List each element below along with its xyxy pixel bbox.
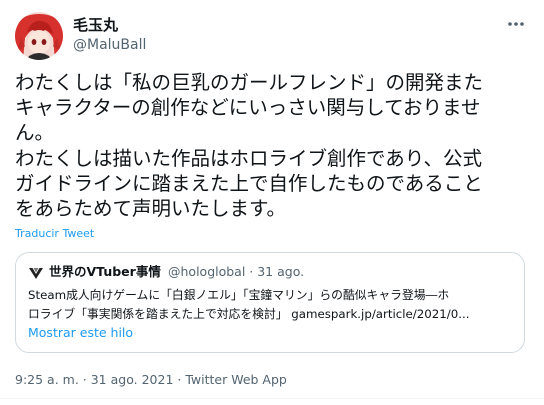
quoted-text-line: Steam成人向けゲームに「白銀ノエル」「宝鐘マリン」らの酷似キャラ登場―ホ bbox=[28, 288, 450, 302]
tweet-client-link[interactable]: Twitter Web App bbox=[185, 372, 287, 387]
quoted-author-handle: @hologlobal · 31 ago. bbox=[168, 264, 305, 279]
tweet-metadata: 9:25 a. m. · 31 ago. 2021 · Twitter Web … bbox=[15, 371, 287, 388]
meta-separator: · bbox=[78, 372, 91, 387]
tweet-text-line: わたくしは描いた作品はホロライブ創作であり、公式 bbox=[15, 146, 483, 170]
tweet-time-link[interactable]: 9:25 a. m. bbox=[15, 372, 79, 387]
more-horizontal-icon bbox=[508, 22, 524, 26]
tweet-text-line: わたくしは「私の巨乳のガールフレンド」の開発また bbox=[15, 71, 484, 94]
quoted-author-name: 世界のVTuber事情 bbox=[49, 264, 161, 279]
author-name[interactable]: 毛玉丸 bbox=[73, 15, 118, 35]
quoted-avatar bbox=[28, 265, 44, 281]
tweet-text-line: をあらためて声明いたします。 bbox=[15, 197, 287, 221]
tweet-text-line: ん。 bbox=[15, 121, 55, 145]
more-options-button[interactable] bbox=[500, 12, 532, 36]
meta-separator: · bbox=[173, 372, 186, 387]
quoted-text-line: ロライブ「事実関係を踏まえた上で対応を検討」 gamespark.jp/arti… bbox=[28, 305, 516, 324]
show-thread-link[interactable]: Mostrar este hilo bbox=[28, 324, 133, 341]
divider bbox=[0, 398, 544, 399]
quoted-url-link[interactable]: gamespark.jp/article/2021/0... bbox=[291, 307, 469, 321]
tweet-date-link[interactable]: 31 ago. 2021 bbox=[91, 372, 174, 387]
quoted-tweet[interactable]: 世界のVTuber事情 @hologlobal · 31 ago. Steam成… bbox=[15, 252, 525, 353]
vtuber-logo-icon bbox=[28, 265, 44, 281]
author-handle[interactable]: @MaluBall bbox=[73, 36, 146, 55]
tweet-text-line: キャラクターの創作などにいっさい関与しておりませ bbox=[15, 96, 481, 120]
translate-tweet-link[interactable]: Traducir Tweet bbox=[15, 227, 94, 241]
tweet-text-line: ガイドラインに踏まえた上で自作したものであること bbox=[15, 171, 483, 195]
quoted-text: Steam成人向けゲームに「白銀ノエル」「宝鐘マリン」らの酷似キャラ登場―ホ ロ… bbox=[28, 286, 516, 324]
quoted-text-segment: ロライブ「事実関係を踏まえた上で対応を検討」 bbox=[28, 307, 292, 321]
author-avatar[interactable] bbox=[15, 12, 63, 60]
avatar-image bbox=[15, 12, 63, 60]
tweet-text: わたくしは「私の巨乳のガールフレンド」の開発また キャラクターの創作などにいっさ… bbox=[15, 70, 537, 221]
tweet: 毛玉丸 @MaluBall わたくしは「私の巨乳のガールフレンド」の開発また キ… bbox=[0, 0, 544, 405]
